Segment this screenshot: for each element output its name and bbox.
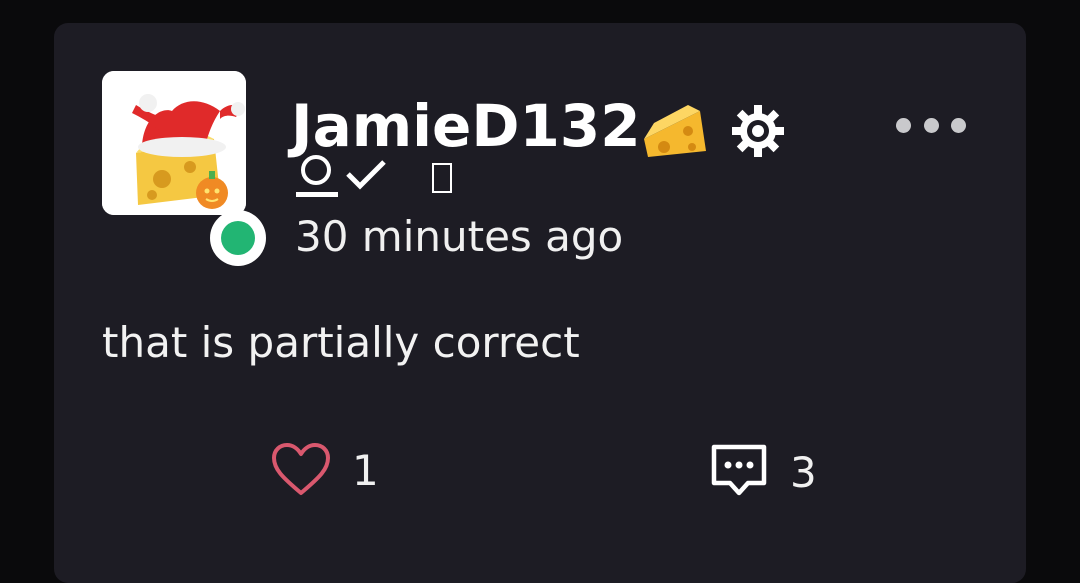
more-options-button[interactable] [896, 113, 966, 137]
post-timestamp: 30 minutes ago [295, 212, 624, 261]
heart-icon [270, 441, 332, 501]
user-verified-icon [294, 148, 398, 208]
cheese-emoji-icon [640, 101, 710, 165]
dot-icon [923, 117, 939, 133]
like-button[interactable]: 1 [270, 441, 379, 501]
comment-count: 3 [790, 448, 817, 497]
online-status-indicator [210, 210, 266, 266]
post-card: JamieD132 30 minutes ago that is partial… [54, 23, 1026, 583]
avatar-santa-cheese-image [102, 71, 246, 215]
dot-icon [896, 117, 911, 133]
badges-row [294, 148, 452, 208]
username-badges [640, 101, 786, 165]
online-status-dot [221, 221, 255, 255]
comment-bubble-icon [708, 441, 770, 505]
gear-icon [730, 103, 786, 163]
dot-icon [951, 117, 966, 133]
comment-button[interactable]: 3 [708, 441, 817, 505]
avatar-container[interactable] [102, 71, 246, 215]
avatar[interactable] [102, 71, 246, 215]
like-count: 1 [352, 446, 379, 495]
unknown-glyph-icon [432, 163, 452, 193]
post-content: that is partially correct [102, 318, 580, 367]
